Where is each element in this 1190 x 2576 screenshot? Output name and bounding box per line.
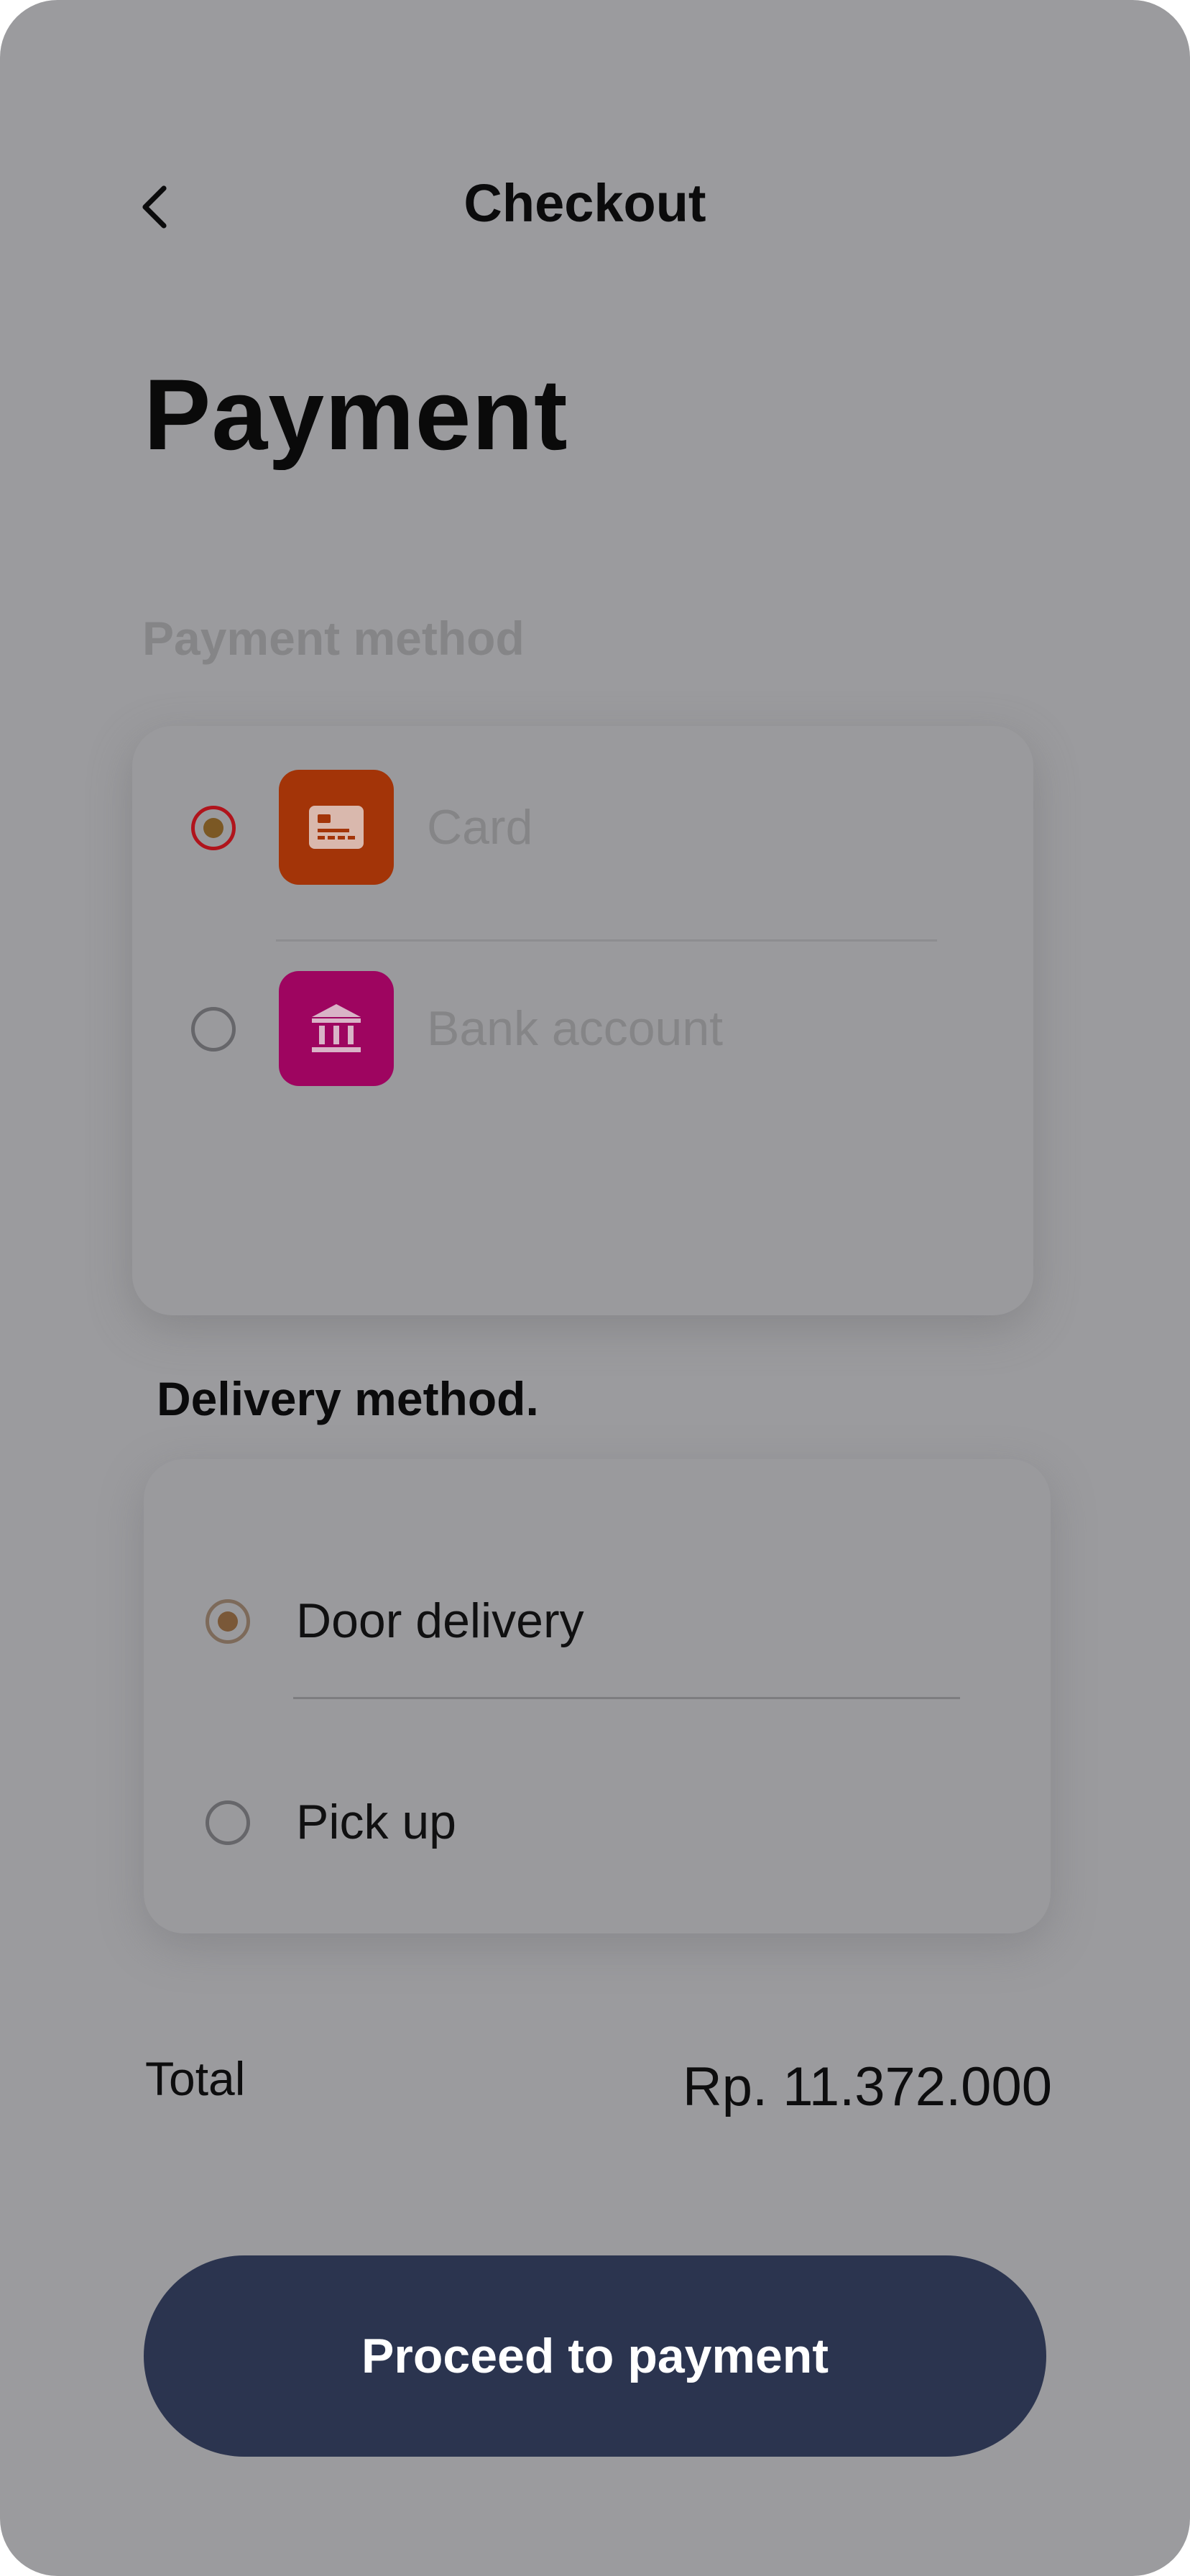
total-value: Rp. 11.372.000 — [682, 2056, 1052, 2117]
payment-method-card: Card Bank account — [132, 726, 1033, 1315]
payment-option-card[interactable]: Card — [132, 766, 1033, 888]
bank-icon-tile — [279, 971, 394, 1086]
delivery-method-card: Door delivery Pick up — [144, 1459, 1051, 1933]
pickup-radio[interactable] — [206, 1800, 250, 1845]
card-radio[interactable] — [191, 806, 236, 850]
delivery-divider — [293, 1697, 960, 1699]
header-title: Checkout — [463, 173, 706, 233]
bank-icon — [312, 1004, 361, 1052]
delivery-option-door[interactable]: Door delivery — [144, 1560, 1051, 1682]
card-label: Card — [427, 800, 533, 855]
payment-option-bank-account[interactable]: Bank account — [132, 967, 1033, 1090]
delivery-method-label: Delivery method. — [157, 1372, 539, 1425]
proceed-to-payment-button[interactable]: Proceed to payment — [144, 2255, 1046, 2457]
bank-account-radio[interactable] — [191, 1007, 236, 1052]
payment-divider — [276, 939, 937, 942]
bank-account-label: Bank account — [427, 1001, 724, 1056]
card-icon-tile — [279, 770, 394, 885]
page-title: Payment — [144, 358, 568, 471]
pickup-label: Pick up — [296, 1795, 456, 1849]
delivery-option-pickup[interactable]: Pick up — [144, 1761, 1051, 1883]
checkout-screen: Checkout Payment Payment method Card Ban… — [0, 0, 1190, 2576]
payment-method-label: Payment method — [142, 612, 525, 665]
door-delivery-radio[interactable] — [206, 1599, 250, 1644]
credit-card-icon — [309, 806, 364, 849]
total-label: Total — [145, 2052, 246, 2105]
door-delivery-label: Door delivery — [296, 1593, 584, 1648]
